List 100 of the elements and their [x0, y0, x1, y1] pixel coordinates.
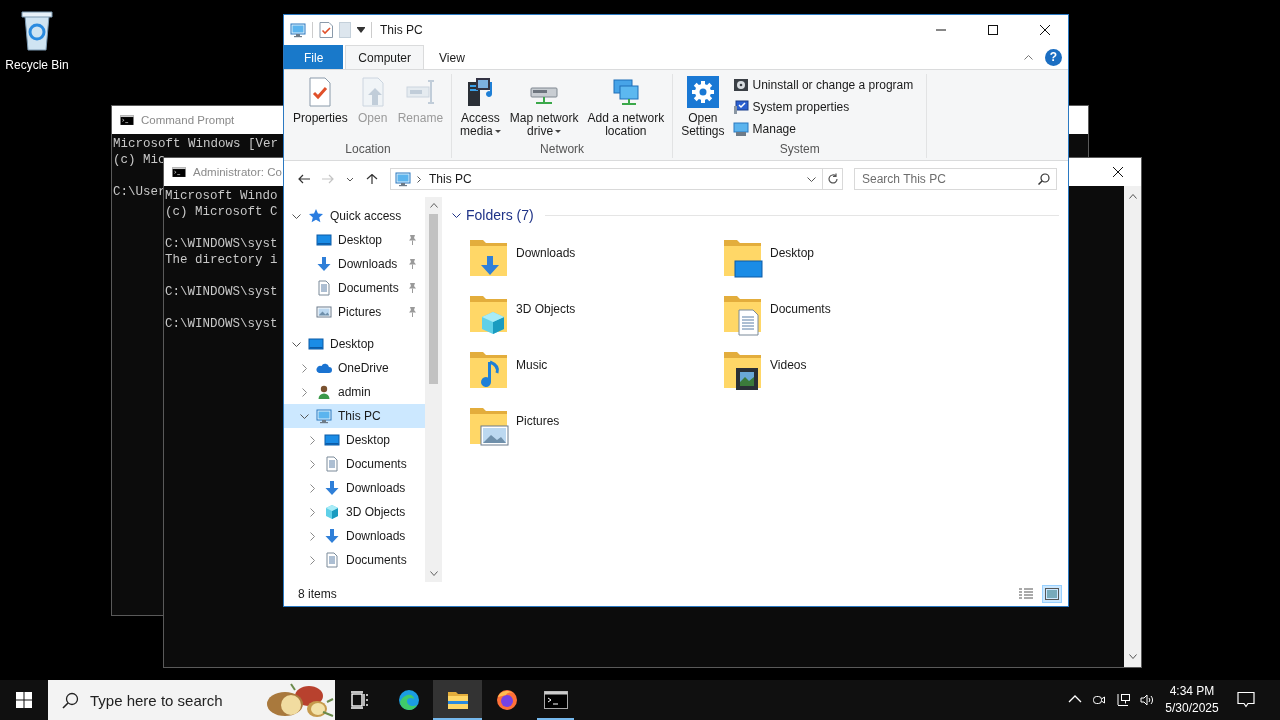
tree-item[interactable]: 3D Objects: [284, 500, 425, 524]
document-check-icon[interactable]: [319, 22, 333, 38]
window-title: This PC: [380, 23, 423, 37]
chevron-down-icon[interactable]: [291, 341, 301, 347]
status-text: 8 items: [298, 587, 337, 601]
chevron-right-icon[interactable]: [309, 459, 315, 469]
tree-item[interactable]: Downloads: [284, 524, 425, 548]
person-icon: [316, 384, 332, 400]
scroll-down-icon[interactable]: [1128, 654, 1137, 659]
star-icon: [308, 208, 324, 224]
network-icon: [1116, 693, 1130, 707]
chevron-right-icon[interactable]: [309, 507, 315, 517]
cube-icon: [324, 504, 340, 520]
terminal-icon: [120, 114, 134, 126]
console-line: C:\WINDOWS\syst: [165, 284, 278, 300]
ribbon-tab[interactable]: Computer: [345, 45, 425, 69]
tree-item[interactable]: OneDrive: [284, 356, 425, 380]
search-icon: [62, 691, 79, 709]
folder-item[interactable]: 3D Objects: [469, 288, 723, 344]
computer-icon: [395, 171, 411, 187]
back-arrow-icon: [298, 174, 310, 184]
scrollbar-thumb[interactable]: [429, 214, 438, 384]
ribbon-button[interactable]: Open Settings: [678, 74, 728, 140]
ribbon-button[interactable]: Manage: [730, 120, 916, 138]
chevron-down-icon[interactable]: [291, 213, 301, 219]
taskbar-button[interactable]: [433, 680, 482, 720]
clock-time[interactable]: 4:34 PM: [1169, 683, 1215, 700]
tree-item[interactable]: Documents: [284, 548, 425, 572]
up-arrow-icon: [366, 174, 378, 184]
large-icons-view-icon: [1045, 588, 1059, 600]
search-field[interactable]: Search This PC: [862, 172, 1038, 186]
gear-icon: [686, 76, 719, 108]
ribbon-tab[interactable]: View: [426, 45, 478, 69]
chevron-right-icon[interactable]: [301, 387, 307, 397]
chevron-right-icon[interactable]: [309, 531, 315, 541]
file-menu-button[interactable]: File: [284, 45, 344, 69]
chevron-down-icon[interactable]: [299, 413, 309, 419]
task-view-icon: [350, 691, 369, 709]
search-icon[interactable]: [1038, 173, 1050, 185]
folder-item[interactable]: Pictures: [469, 400, 723, 456]
folder-item[interactable]: Desktop: [723, 232, 977, 288]
folder-item[interactable]: Music: [469, 344, 723, 400]
swirl-logo-icon: [396, 688, 421, 712]
folder-item[interactable]: Documents: [723, 288, 977, 344]
large-icons-view-button[interactable]: [1042, 585, 1062, 603]
chevron-right-icon[interactable]: [301, 363, 307, 373]
tree-item[interactable]: Documents: [284, 276, 425, 300]
tree-item[interactable]: Quick access: [284, 204, 425, 228]
chevron-right-icon[interactable]: [309, 555, 315, 565]
tree-item[interactable]: Desktop: [284, 228, 425, 252]
chevron-down-icon[interactable]: [452, 212, 461, 218]
breadcrumb[interactable]: This PC: [427, 172, 474, 186]
ribbon-button[interactable]: Properties: [290, 74, 351, 127]
tree-item[interactable]: Downloads: [284, 252, 425, 276]
section-header[interactable]: Folders (7): [466, 207, 534, 223]
chevron-right-icon[interactable]: [309, 483, 315, 493]
ribbon-button[interactable]: Add a network location: [584, 74, 668, 140]
desktop-icon-label[interactable]: Recycle Bin: [5, 58, 69, 72]
monitor-check-icon: [732, 99, 749, 115]
search-field[interactable]: Type here to search: [90, 691, 250, 709]
close-icon[interactable]: [1040, 25, 1050, 35]
refresh-button[interactable]: [823, 168, 843, 190]
search-box[interactable]: Type here to search: [48, 680, 335, 720]
chevron-up-icon[interactable]: [1024, 54, 1033, 60]
tree-item[interactable]: This PC: [284, 404, 425, 428]
search-box[interactable]: Search This PC: [854, 168, 1057, 190]
scroll-up-icon[interactable]: [429, 203, 438, 208]
clock-date[interactable]: 5/30/2025: [1165, 700, 1219, 717]
console-line: The directory i: [165, 252, 278, 268]
screen-icon: [324, 432, 340, 448]
tree-item[interactable]: Desktop: [284, 428, 425, 452]
maximize-icon[interactable]: [988, 25, 998, 35]
tree-item[interactable]: Documents: [284, 452, 425, 476]
group-label: Location: [344, 142, 392, 158]
folder-item[interactable]: Downloads: [469, 232, 723, 288]
tree-item[interactable]: Downloads: [284, 476, 425, 500]
tree-item[interactable]: admin: [284, 380, 425, 404]
chevron-right-icon[interactable]: [309, 435, 315, 445]
camera-icon: [1092, 693, 1106, 707]
console-line: Microsoft Windo: [165, 188, 278, 204]
folder-item[interactable]: Videos: [723, 344, 977, 400]
fox-logo-icon: [494, 688, 519, 712]
ribbon-button[interactable]: Map network drive: [506, 74, 582, 140]
close-icon: [1113, 167, 1123, 177]
scrollbar[interactable]: [1124, 186, 1141, 667]
scroll-up-icon[interactable]: [1128, 194, 1137, 199]
tree-item[interactable]: Pictures: [284, 300, 425, 324]
chevron-down-icon[interactable]: [807, 176, 816, 182]
volume-icon: [1140, 693, 1154, 707]
scrollbar[interactable]: [425, 197, 442, 582]
help-button[interactable]: ?: [1045, 48, 1062, 66]
caret-down-icon[interactable]: [357, 27, 365, 33]
document-icon: [316, 280, 332, 296]
tree-item[interactable]: Desktop: [284, 332, 425, 356]
window-title: Administrator: Co: [193, 166, 282, 178]
ribbon-button[interactable]: System properties: [730, 98, 916, 116]
scroll-down-icon[interactable]: [429, 571, 438, 576]
ribbon-button[interactable]: Access media: [457, 74, 504, 140]
address-bar[interactable]: This PC: [390, 168, 823, 190]
ribbon-button[interactable]: Uninstall or change a program: [730, 76, 916, 94]
